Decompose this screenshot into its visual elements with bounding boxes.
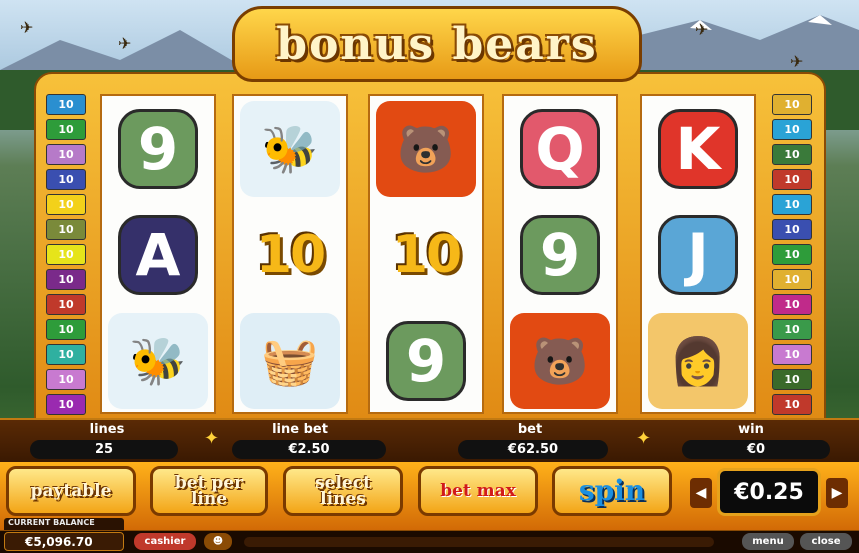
bet-value: €62.50 bbox=[458, 440, 608, 459]
bear-icon: 🐻 bbox=[376, 101, 476, 197]
payline-indicator[interactable]: 10 bbox=[772, 369, 812, 390]
lines-value: 25 bbox=[30, 440, 178, 459]
ranger-girl-icon: 👩 bbox=[648, 313, 748, 409]
reel-symbol: 👩 bbox=[642, 308, 754, 414]
payline-indicator[interactable]: 10 bbox=[772, 394, 812, 415]
symbol-10: 10 bbox=[255, 225, 326, 285]
payline-indicator[interactable]: 10 bbox=[46, 169, 86, 190]
symbol-9: 9 bbox=[520, 215, 600, 295]
reel-symbol: 🐝 bbox=[234, 96, 346, 202]
payline-indicators-left: 10 10 10 10 10 10 10 10 10 10 10 10 10 bbox=[46, 94, 86, 419]
bee-icon: ✈ bbox=[790, 52, 804, 71]
reel-symbol: 9 bbox=[102, 96, 214, 202]
reel-symbol: 🐻 bbox=[370, 96, 482, 202]
bee-icon: ✦ bbox=[204, 428, 220, 449]
game-logo: bonus bears bbox=[232, 6, 642, 82]
bee-icon: 🐝 bbox=[108, 313, 208, 409]
payline-indicator[interactable]: 10 bbox=[772, 94, 812, 115]
coin-increase-icon[interactable]: ▶ bbox=[826, 478, 848, 508]
payline-indicator[interactable]: 10 bbox=[46, 294, 86, 315]
coin-decrease-icon[interactable]: ◀ bbox=[690, 478, 712, 508]
reel-symbol: 10 bbox=[370, 202, 482, 308]
bee-icon: 🐝 bbox=[240, 101, 340, 197]
bee-icon: ✈ bbox=[118, 34, 132, 53]
message-ticker bbox=[244, 537, 714, 547]
picnic-basket-icon: 🧺 bbox=[240, 313, 340, 409]
payline-indicators-right: 10 10 10 10 10 10 10 10 10 10 10 10 10 bbox=[772, 94, 812, 419]
symbol-a: A bbox=[118, 215, 198, 295]
bear-logo-icon: ☻ bbox=[204, 533, 232, 550]
payline-indicator[interactable]: 10 bbox=[46, 94, 86, 115]
symbol-q: Q bbox=[520, 109, 600, 189]
symbol-9: 9 bbox=[118, 109, 198, 189]
payline-indicator[interactable]: 10 bbox=[46, 369, 86, 390]
reel-symbol: J bbox=[642, 202, 754, 308]
reel-5: K J 👩 bbox=[640, 94, 756, 414]
reel-2: 🐝 10 🧺 bbox=[232, 94, 348, 414]
payline-indicator[interactable]: 10 bbox=[46, 244, 86, 265]
symbol-k: K bbox=[658, 109, 738, 189]
payline-indicator[interactable]: 10 bbox=[772, 244, 812, 265]
lines-label: lines bbox=[89, 422, 125, 437]
reel-symbol: 🐻 bbox=[504, 308, 616, 414]
payline-indicator[interactable]: 10 bbox=[46, 144, 86, 165]
payline-indicator[interactable]: 10 bbox=[772, 144, 812, 165]
line-bet-label: line bet bbox=[272, 422, 328, 437]
current-balance-label: CURRENT BALANCE bbox=[4, 518, 124, 530]
reel-3: 🐻 10 9 bbox=[368, 94, 484, 414]
win-value: €0 bbox=[682, 440, 830, 459]
bee-icon: ✈ bbox=[20, 18, 34, 37]
symbol-10: 10 bbox=[391, 225, 462, 285]
payline-indicator[interactable]: 10 bbox=[772, 344, 812, 365]
payline-indicator[interactable]: 10 bbox=[46, 319, 86, 340]
reel-symbol: K bbox=[642, 96, 754, 202]
bet-label: bet bbox=[517, 422, 543, 437]
symbol-9: 9 bbox=[386, 321, 466, 401]
reel-symbol: 🧺 bbox=[234, 308, 346, 414]
info-bar: lines 25 ✦ line bet €2.50 bet €62.50 ✦ w… bbox=[0, 418, 859, 462]
reel-1: 9 A 🐝 bbox=[100, 94, 216, 414]
paytable-button[interactable]: paytable bbox=[6, 466, 136, 516]
payline-indicator[interactable]: 10 bbox=[772, 169, 812, 190]
win-label: win bbox=[738, 422, 764, 437]
coin-value-display: €0.25 bbox=[717, 468, 821, 516]
payline-indicator[interactable]: 10 bbox=[772, 194, 812, 215]
payline-indicator[interactable]: 10 bbox=[46, 194, 86, 215]
game-title: bonus bears bbox=[276, 18, 598, 70]
bear-icon: 🐻 bbox=[510, 313, 610, 409]
reel-symbol: 9 bbox=[504, 202, 616, 308]
payline-indicator[interactable]: 10 bbox=[772, 294, 812, 315]
bee-icon: ✦ bbox=[636, 428, 652, 449]
payline-indicator[interactable]: 10 bbox=[772, 119, 812, 140]
close-button[interactable]: close bbox=[800, 533, 852, 550]
reel-symbol: Q bbox=[504, 96, 616, 202]
payline-indicator[interactable]: 10 bbox=[772, 219, 812, 240]
payline-indicator[interactable]: 10 bbox=[46, 394, 86, 415]
symbol-j: J bbox=[658, 215, 738, 295]
cashier-button[interactable]: cashier bbox=[134, 533, 196, 550]
reel-symbol: 9 bbox=[370, 308, 482, 414]
menu-button[interactable]: menu bbox=[742, 533, 794, 550]
line-bet-value: €2.50 bbox=[232, 440, 386, 459]
payline-indicator[interactable]: 10 bbox=[46, 344, 86, 365]
payline-indicator[interactable]: 10 bbox=[46, 119, 86, 140]
reel-symbol: 🐝 bbox=[102, 308, 214, 414]
bet-per-line-button[interactable]: bet per line bbox=[150, 466, 268, 516]
payline-indicator[interactable]: 10 bbox=[46, 219, 86, 240]
reel-4: Q 9 🐻 bbox=[502, 94, 618, 414]
payline-indicator[interactable]: 10 bbox=[772, 319, 812, 340]
select-lines-button[interactable]: select lines bbox=[283, 466, 403, 516]
reel-symbol: 10 bbox=[234, 202, 346, 308]
current-balance-value: €5,096.70 bbox=[4, 532, 124, 551]
spin-button[interactable]: spin bbox=[552, 466, 672, 516]
reel-symbol: A bbox=[102, 202, 214, 308]
button-bar: paytable bet per line select lines bet m… bbox=[0, 462, 859, 530]
payline-indicator[interactable]: 10 bbox=[772, 269, 812, 290]
bet-max-button[interactable]: bet max bbox=[418, 466, 538, 516]
bee-icon: ✈ bbox=[695, 20, 709, 39]
payline-indicator[interactable]: 10 bbox=[46, 269, 86, 290]
